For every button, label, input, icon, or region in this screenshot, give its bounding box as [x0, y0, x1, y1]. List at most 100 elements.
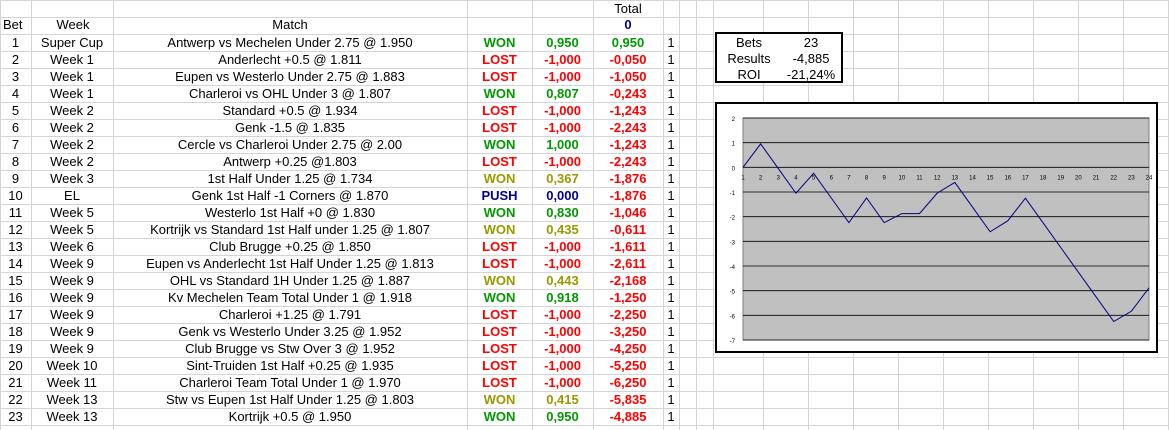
week-cell[interactable]: Week 1 [31, 68, 113, 85]
match-cell[interactable]: Club Brugge vs Stw Over 3 @ 1.952 [113, 340, 467, 357]
units-cell[interactable]: 1 [663, 221, 679, 238]
units-cell[interactable]: 1 [663, 255, 679, 272]
bet-number[interactable]: 10 [0, 187, 31, 204]
running-total-cell[interactable]: -2,611 [593, 255, 663, 272]
bet-number[interactable]: 15 [0, 272, 31, 289]
running-total-cell[interactable]: -3,250 [593, 323, 663, 340]
profit-cell[interactable]: -1,000 [532, 119, 593, 136]
bet-number[interactable]: 8 [0, 153, 31, 170]
match-cell[interactable]: Sint-Truiden 1st Half +0.25 @ 1.935 [113, 357, 467, 374]
result-cell[interactable]: LOST [467, 68, 532, 85]
profit-cell[interactable]: -1,000 [532, 357, 593, 374]
profit-cell[interactable]: -1,000 [532, 340, 593, 357]
profit-cell[interactable]: 0,807 [532, 85, 593, 102]
match-cell[interactable]: Club Brugge +0.25 @ 1.850 [113, 238, 467, 255]
match-cell[interactable]: Eupen vs Anderlecht 1st Half Under 1.25 … [113, 255, 467, 272]
result-cell[interactable]: WON [467, 85, 532, 102]
match-cell[interactable]: OHL vs Standard 1H Under 1.25 @ 1.887 [113, 272, 467, 289]
match-cell[interactable]: Cercle vs Charleroi Under 2.75 @ 2.00 [113, 136, 467, 153]
running-total-cell[interactable]: -1,611 [593, 238, 663, 255]
bet-number[interactable]: 6 [0, 119, 31, 136]
units-cell[interactable]: 1 [663, 289, 679, 306]
units-cell[interactable]: 1 [663, 102, 679, 119]
week-cell[interactable]: Week 13 [31, 391, 113, 408]
units-cell[interactable]: 1 [663, 340, 679, 357]
week-cell[interactable]: Week 2 [31, 153, 113, 170]
bet-number[interactable]: 22 [0, 391, 31, 408]
profit-cell[interactable]: 0,000 [532, 187, 593, 204]
match-cell[interactable]: Antwerp +0.25 @1.803 [113, 153, 467, 170]
units-cell[interactable]: 1 [663, 238, 679, 255]
week-cell[interactable]: Week 11 [31, 374, 113, 391]
week-cell[interactable]: Week 3 [31, 170, 113, 187]
profit-cell[interactable]: -1,000 [532, 306, 593, 323]
running-total-cell[interactable]: -1,050 [593, 68, 663, 85]
running-total-cell[interactable]: -2,243 [593, 153, 663, 170]
units-cell[interactable]: 1 [663, 68, 679, 85]
bet-number[interactable]: 14 [0, 255, 31, 272]
result-cell[interactable]: WON [467, 34, 532, 51]
result-cell[interactable]: WON [467, 391, 532, 408]
result-cell[interactable]: LOST [467, 306, 532, 323]
profit-cell[interactable]: 0,830 [532, 204, 593, 221]
units-cell[interactable]: 1 [663, 391, 679, 408]
bet-number[interactable]: 23 [0, 408, 31, 425]
running-total-cell[interactable]: -1,046 [593, 204, 663, 221]
week-cell[interactable]: Week 1 [31, 85, 113, 102]
result-cell[interactable]: WON [467, 289, 532, 306]
result-cell[interactable]: LOST [467, 374, 532, 391]
running-total-cell[interactable]: -0,243 [593, 85, 663, 102]
profit-cell[interactable]: -1,000 [532, 238, 593, 255]
running-total-cell[interactable]: -1,876 [593, 187, 663, 204]
running-total-cell[interactable]: -2,250 [593, 306, 663, 323]
result-cell[interactable]: LOST [467, 323, 532, 340]
match-cell[interactable]: Charleroi vs OHL Under 3 @ 1.807 [113, 85, 467, 102]
profit-cell[interactable]: 0,443 [532, 272, 593, 289]
units-cell[interactable]: 1 [663, 136, 679, 153]
units-cell[interactable]: 1 [663, 323, 679, 340]
result-cell[interactable]: WON [467, 136, 532, 153]
profit-chart[interactable]: 2 1 0 -1 -2 -3 -4 -5 -6 -7 1 2 3 4 5 6 7 8 9 10 11 12 13 14 15 16… [715, 102, 1158, 353]
result-cell[interactable]: LOST [467, 238, 532, 255]
week-cell[interactable]: Week 6 [31, 238, 113, 255]
match-cell[interactable]: Westerlo 1st Half +0 @ 1.830 [113, 204, 467, 221]
week-cell[interactable]: Week 13 [31, 408, 113, 425]
week-cell[interactable]: Super Cup [31, 34, 113, 51]
result-cell[interactable]: PUSH [467, 187, 532, 204]
result-cell[interactable]: WON [467, 408, 532, 425]
running-total-cell[interactable]: -4,250 [593, 340, 663, 357]
units-cell[interactable]: 1 [663, 34, 679, 51]
units-cell[interactable]: 1 [663, 204, 679, 221]
running-total-cell[interactable]: -2,243 [593, 119, 663, 136]
result-cell[interactable]: WON [467, 170, 532, 187]
week-cell[interactable]: Week 9 [31, 323, 113, 340]
running-total-cell[interactable]: -1,243 [593, 136, 663, 153]
week-cell[interactable]: Week 9 [31, 289, 113, 306]
match-cell[interactable]: Anderlecht +0.5 @ 1.811 [113, 51, 467, 68]
week-cell[interactable]: Week 2 [31, 136, 113, 153]
bet-number[interactable]: 16 [0, 289, 31, 306]
running-total-cell[interactable]: -6,250 [593, 374, 663, 391]
match-cell[interactable]: Charleroi Team Total Under 1 @ 1.970 [113, 374, 467, 391]
running-total-cell[interactable]: -1,243 [593, 102, 663, 119]
running-total-cell[interactable]: -5,835 [593, 391, 663, 408]
week-cell[interactable]: Week 2 [31, 119, 113, 136]
result-cell[interactable]: LOST [467, 357, 532, 374]
running-total-cell[interactable]: -4,885 [593, 408, 663, 425]
week-cell[interactable]: Week 9 [31, 272, 113, 289]
units-cell[interactable]: 1 [663, 153, 679, 170]
profit-cell[interactable]: 1,000 [532, 136, 593, 153]
result-cell[interactable]: WON [467, 221, 532, 238]
running-total-cell[interactable]: -0,611 [593, 221, 663, 238]
profit-cell[interactable]: 0,435 [532, 221, 593, 238]
week-cell[interactable]: Week 9 [31, 306, 113, 323]
units-cell[interactable]: 1 [663, 119, 679, 136]
bet-number[interactable]: 3 [0, 68, 31, 85]
profit-cell[interactable]: -1,000 [532, 255, 593, 272]
result-cell[interactable]: LOST [467, 102, 532, 119]
match-cell[interactable]: Genk vs Westerlo Under 3.25 @ 1.952 [113, 323, 467, 340]
match-cell[interactable]: 1st Half Under 1.25 @ 1.734 [113, 170, 467, 187]
bet-number[interactable]: 17 [0, 306, 31, 323]
units-cell[interactable]: 1 [663, 374, 679, 391]
match-cell[interactable]: Antwerp vs Mechelen Under 2.75 @ 1.950 [113, 34, 467, 51]
